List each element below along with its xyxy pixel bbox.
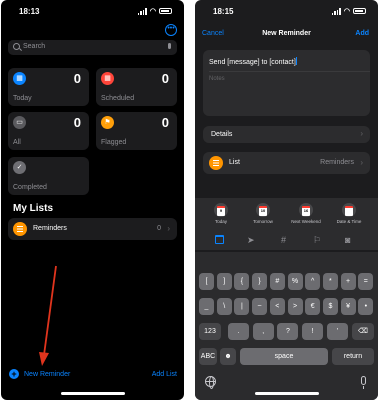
status-icons: ◠ <box>331 7 366 15</box>
bottom-toolbar: + New Reminder Add List <box>1 368 184 382</box>
nav-bar: Cancel New Reminder Add <box>195 30 378 44</box>
keyboard-key[interactable]: . <box>228 323 249 340</box>
keyboard-key[interactable]: ^ <box>305 273 321 290</box>
annotation-arrow-head <box>39 352 49 366</box>
new-reminder-label: New Reminder <box>24 370 71 378</box>
calendar-icon[interactable] <box>215 235 224 244</box>
calendar-icon: 9 <box>214 203 228 217</box>
nav-title: New Reminder <box>262 30 311 37</box>
keyboard-key[interactable]: ! <box>302 323 324 340</box>
keyboard-key[interactable]: ] <box>216 273 232 290</box>
keyboard-key[interactable]: < <box>269 298 285 315</box>
keyboard-key[interactable]: ~ <box>252 298 268 315</box>
calendar-day: 16 <box>303 208 309 213</box>
reminders-main-screen: 18:13 ◠ ••• Search ▦ 0 Today ▦ 0 Schedul… <box>1 0 184 400</box>
location-icon[interactable]: ➤ <box>247 235 255 246</box>
keyboard-key[interactable]: ' <box>326 323 348 340</box>
calendar-icon: 16 <box>299 203 313 217</box>
quick-date-today[interactable]: 9 Today <box>203 203 239 224</box>
keyboard-key[interactable]: } <box>252 273 268 290</box>
key-123[interactable]: 123 <box>199 323 221 340</box>
calendar-icon: 10 <box>256 203 270 217</box>
add-list-button[interactable]: Add List <box>152 371 177 378</box>
calendar-day: 10 <box>260 208 266 213</box>
keyboard-key[interactable]: [ <box>199 273 214 290</box>
annotation-arrow <box>39 265 57 366</box>
keyboard-key[interactable]: \ <box>216 298 232 315</box>
chevron-right-icon: › <box>360 158 363 167</box>
title-field-value: Send [message] to [contact] <box>209 59 296 66</box>
notes-field[interactable]: Notes <box>209 76 225 82</box>
keyboard-key[interactable]: + <box>340 273 356 290</box>
list-value: Reminders <box>320 159 354 166</box>
backspace-key[interactable]: ⌫ <box>352 323 374 340</box>
add-button[interactable]: Add <box>355 30 369 37</box>
keyboard-key[interactable]: > <box>287 298 303 315</box>
flag-icon[interactable]: ⚐ <box>313 235 321 246</box>
reminder-toolbar: ➤ # ⚐ ◙ <box>195 233 378 247</box>
text-caret <box>295 57 297 65</box>
globe-icon[interactable] <box>205 376 216 389</box>
list-label: List <box>229 159 240 166</box>
new-reminder-screen: 18:15 ◠ Cancel New Reminder Add Send [me… <box>195 0 378 400</box>
space-key[interactable]: space <box>240 348 328 365</box>
signal-icon <box>331 7 341 15</box>
status-bar: 18:15 ◠ <box>195 0 378 20</box>
annotation-arrow-line <box>43 265 57 356</box>
calendar-grid-icon <box>342 203 356 217</box>
home-indicator <box>60 392 125 395</box>
keyboard-key[interactable]: ¥ <box>340 298 356 315</box>
list-row[interactable]: List Reminders › <box>203 152 370 174</box>
return-key[interactable]: return <box>332 348 374 365</box>
quick-date-label: Next Weekend <box>291 219 321 224</box>
home-indicator <box>254 392 319 395</box>
quick-date-label: Today <box>214 219 227 224</box>
hashtag-icon[interactable]: # <box>281 235 286 245</box>
emoji-key[interactable]: ☻ <box>220 348 236 365</box>
wifi-icon: ◠ <box>343 8 350 15</box>
keyboard-key[interactable]: _ <box>199 298 214 315</box>
camera-icon[interactable]: ◙ <box>345 235 350 245</box>
keyboard-key[interactable]: { <box>234 273 250 290</box>
quick-date-label: Tomorrow <box>253 219 273 224</box>
keyboard-key[interactable]: • <box>358 298 374 315</box>
list-bullet-icon <box>209 156 223 170</box>
keyboard-key[interactable]: ? <box>277 323 299 340</box>
quick-date-bar: 9 Today 10 Tomorrow 16 Next Weekend Date… <box>195 198 378 250</box>
dictation-mic-icon[interactable] <box>361 376 366 389</box>
keyboard-bottom-bar <box>195 374 378 389</box>
keyboard-key[interactable]: | <box>234 298 250 315</box>
details-label: Details <box>211 131 233 138</box>
details-row[interactable]: Details › <box>203 126 370 143</box>
keyboard-key[interactable]: , <box>252 323 274 340</box>
quick-date-next-weekend[interactable]: 16 Next Weekend <box>288 203 324 224</box>
quick-date-tomorrow[interactable]: 10 Tomorrow <box>245 203 281 224</box>
keyboard-key[interactable]: % <box>287 273 303 290</box>
calendar-day: 9 <box>219 208 223 213</box>
keyboard-key[interactable]: # <box>269 273 285 290</box>
keyboard-key[interactable]: € <box>305 298 321 315</box>
key-abc[interactable]: ABC <box>199 348 217 365</box>
chevron-right-icon: › <box>360 129 363 138</box>
plus-circle-icon: + <box>9 369 19 379</box>
new-reminder-button[interactable]: + New Reminder <box>9 369 70 379</box>
divider <box>209 71 370 72</box>
quick-date-date-time[interactable]: Date & Time <box>331 203 367 224</box>
keyboard-key[interactable]: = <box>358 273 374 290</box>
keyboard-key[interactable]: * <box>322 273 338 290</box>
quick-date-label: Date & Time <box>336 219 362 224</box>
battery-icon <box>353 8 366 14</box>
keyboard-key[interactable]: $ <box>322 298 338 315</box>
reminder-input-group: Send [message] to [contact] Notes <box>203 50 370 116</box>
status-time: 18:15 <box>213 7 234 16</box>
title-field[interactable]: Send [message] to [contact] <box>209 57 297 66</box>
